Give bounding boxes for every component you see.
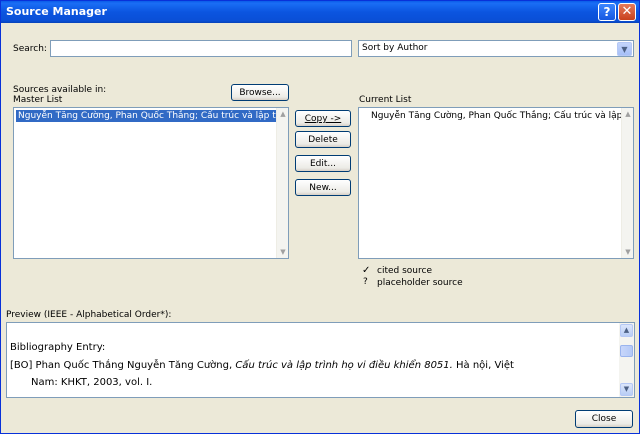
scroll-down-icon[interactable]: ▼ — [622, 246, 633, 258]
help-icon: ? — [603, 5, 611, 19]
search-input[interactable] — [50, 40, 352, 57]
window-title: Source Manager — [6, 5, 107, 18]
preview-pane[interactable]: Bibliography Entry: [BO] Phan Quốc Thắng… — [6, 322, 635, 398]
question-mark-icon: ? — [363, 277, 368, 287]
delete-button[interactable]: Delete — [295, 131, 351, 148]
scroll-up-icon[interactable]: ▲ — [620, 324, 633, 337]
sort-dropdown[interactable]: Sort by Author ▼ — [358, 40, 634, 57]
master-list[interactable]: Nguyễn Tăng Cường, Phan Quốc Thắng; Cấu … — [13, 107, 289, 259]
scroll-thumb[interactable] — [620, 345, 633, 357]
scroll-up-icon[interactable]: ▲ — [622, 108, 633, 120]
copy-button[interactable]: Copy -> — [295, 110, 351, 127]
search-label: Search: — [13, 44, 47, 54]
master-list-scrollbar[interactable]: ▲ ▼ — [276, 108, 288, 258]
chevron-down-icon[interactable]: ▼ — [617, 42, 632, 56]
close-window-button[interactable]: ✕ — [618, 3, 636, 21]
current-list[interactable]: Nguyễn Tăng Cường, Phan Quốc Thắng; Cấu … — [358, 107, 634, 259]
current-list-label: Current List — [359, 95, 412, 105]
sources-available-label: Sources available in: — [13, 85, 107, 95]
close-icon: ✕ — [621, 4, 633, 19]
help-button[interactable]: ? — [598, 3, 616, 21]
placeholder-source-label: placeholder source — [377, 278, 463, 288]
preview-label: Preview (IEEE - Alphabetical Order*): — [6, 310, 172, 320]
preview-heading: Bibliography Entry: — [10, 342, 106, 353]
browse-button[interactable]: Browse... — [231, 84, 289, 101]
current-list-item[interactable]: Nguyễn Tăng Cường, Phan Quốc Thắng; Cấu … — [369, 110, 633, 122]
scroll-down-icon[interactable]: ▼ — [277, 246, 288, 258]
current-list-scrollbar[interactable]: ▲ ▼ — [621, 108, 633, 258]
new-button[interactable]: New... — [295, 179, 351, 196]
scroll-down-icon[interactable]: ▼ — [620, 383, 633, 396]
scroll-up-icon[interactable]: ▲ — [277, 108, 288, 120]
sort-dropdown-value: Sort by Author — [362, 43, 428, 53]
preview-entry-line2: Nam: KHKT, 2003, vol. I. — [31, 377, 153, 388]
cited-source-label: cited source — [377, 266, 432, 276]
master-list-item[interactable]: Nguyễn Tăng Cường, Phan Quốc Thắng; Cấu … — [16, 110, 288, 122]
edit-button[interactable]: Edit... — [295, 155, 351, 172]
source-manager-dialog: Source Manager ? ✕ Search: Sort by Autho… — [0, 0, 640, 434]
master-list-label: Master List — [13, 95, 63, 105]
checkmark-icon: ✓ — [362, 265, 371, 276]
close-button[interactable]: Close — [575, 410, 633, 428]
title-bar: Source Manager — [1, 1, 639, 23]
preview-entry-line1: [BO] Phan Quốc Thắng Nguyễn Tăng Cường, … — [10, 360, 514, 371]
preview-scrollbar[interactable]: ▲ ▼ — [619, 323, 634, 397]
